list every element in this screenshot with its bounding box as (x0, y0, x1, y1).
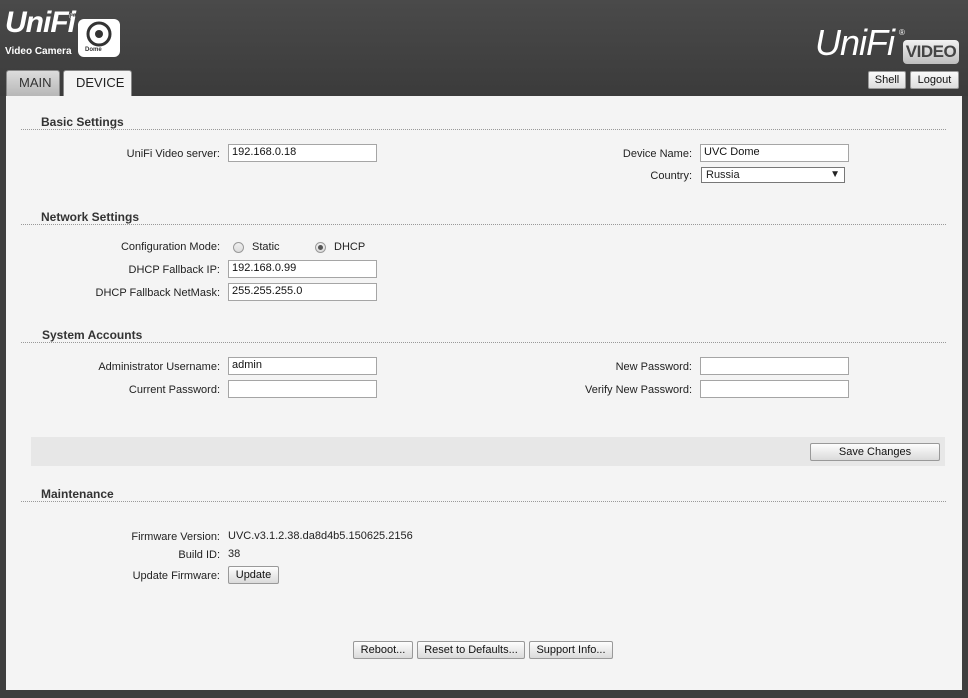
dhcp-radio-label: DHCP (334, 241, 366, 253)
build-id-label: Build ID: (178, 549, 220, 561)
current-password-label: Current Password: (128, 384, 220, 396)
update-firmware-label: Update Firmware: (132, 570, 220, 582)
header-bar: UniFi ® Video Camera Dome UniFi ® VIDEO … (0, 0, 968, 97)
system-accounts-title: System Accounts (42, 328, 143, 342)
update-button[interactable]: Update (228, 566, 279, 584)
network-settings-title: Network Settings (41, 210, 140, 224)
video-badge: VIDEO (903, 40, 959, 64)
country-select[interactable]: Russia ▼ (701, 167, 845, 183)
server-label: UniFi Video server: (126, 148, 220, 160)
logo-left-word: UniFi (5, 6, 76, 39)
device-name-input[interactable]: UVC Dome (700, 144, 849, 162)
new-password-label: New Password: (615, 361, 692, 373)
fallback-mask-input[interactable]: 255.255.255.0 (228, 283, 377, 301)
firmware-version-value: UVC.v3.1.2.38.da8d4b5.150625.2156 (228, 530, 413, 542)
logout-button[interactable]: Logout (910, 71, 959, 89)
admin-username-input[interactable]: admin (228, 357, 377, 375)
support-info-button[interactable]: Support Info... (529, 641, 613, 659)
server-input[interactable]: 192.168.0.18 (228, 144, 377, 162)
fallback-ip-label: DHCP Fallback IP: (128, 264, 221, 276)
tab-device[interactable]: DEVICE (63, 70, 132, 97)
divider (21, 342, 946, 343)
divider (21, 501, 946, 502)
device-name-label: Device Name: (622, 148, 692, 160)
unifi-video-logo: UniFi ® VIDEO (815, 22, 960, 66)
tab-main[interactable]: MAIN (6, 70, 60, 96)
static-radio-label: Static (252, 241, 280, 253)
build-id-value: 38 (228, 548, 241, 560)
dropdown-arrow-icon: ▼ (830, 169, 840, 180)
country-label: Country: (650, 170, 692, 182)
divider (21, 224, 946, 225)
country-value: Russia (706, 169, 740, 181)
shell-button[interactable]: Shell (868, 71, 906, 89)
reboot-button[interactable]: Reboot... (353, 641, 413, 659)
admin-username-label: Administrator Username: (98, 361, 220, 373)
logo-left-model: Dome (85, 47, 102, 53)
static-radio[interactable] (233, 242, 244, 253)
verify-password-label: Verify New Password: (585, 384, 692, 396)
logo-left-subtitle: Video Camera (5, 46, 72, 57)
logo-right-word: UniFi (815, 22, 895, 63)
new-password-input[interactable] (700, 357, 849, 375)
save-changes-button[interactable]: Save Changes (810, 443, 940, 461)
fallback-mask-label: DHCP Fallback NetMask: (95, 287, 221, 299)
basic-settings-title: Basic Settings (41, 115, 124, 129)
divider (21, 129, 946, 130)
dhcp-radio[interactable] (315, 242, 326, 253)
device-settings-panel: Basic Settings UniFi Video server: 192.1… (6, 96, 962, 690)
firmware-version-label: Firmware Version: (131, 531, 220, 543)
current-password-input[interactable] (228, 380, 377, 398)
unifi-video-camera-logo: UniFi ® Video Camera Dome (5, 6, 125, 60)
maintenance-title: Maintenance (41, 487, 114, 501)
config-mode-label: Configuration Mode: (120, 241, 220, 253)
save-bar: Save Changes (31, 437, 945, 466)
reset-defaults-button[interactable]: Reset to Defaults... (417, 641, 525, 659)
verify-password-input[interactable] (700, 380, 849, 398)
fallback-ip-input[interactable]: 192.168.0.99 (228, 260, 377, 278)
